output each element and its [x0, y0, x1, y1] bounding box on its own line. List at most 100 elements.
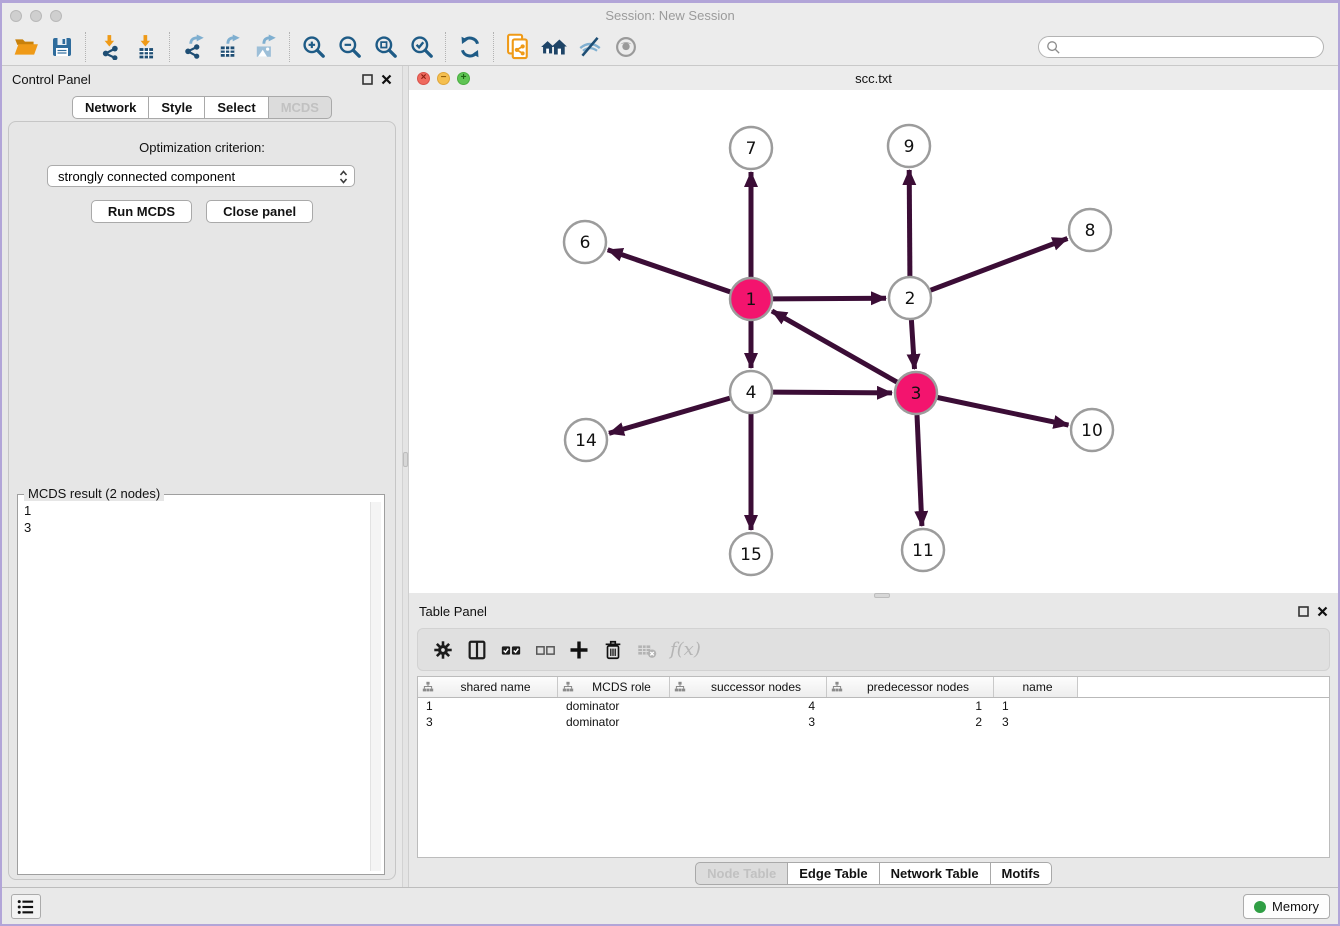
- table-cell[interactable]: 3: [994, 714, 1078, 730]
- tab-motifs[interactable]: Motifs: [991, 862, 1052, 885]
- vertical-splitter[interactable]: [402, 66, 409, 888]
- tab-select[interactable]: Select: [205, 96, 268, 119]
- open-session-button[interactable]: [8, 31, 44, 63]
- graph-edge-2-3[interactable]: [911, 320, 914, 369]
- graph-edge-4-3[interactable]: [773, 392, 892, 393]
- create-column-button[interactable]: [562, 633, 596, 667]
- memory-button[interactable]: Memory: [1243, 894, 1330, 919]
- table-cell[interactable]: 2: [827, 714, 994, 730]
- memory-status-dot: [1254, 901, 1266, 913]
- close-panel-icon[interactable]: [381, 74, 392, 85]
- graph-node-label-3: 3: [911, 384, 922, 404]
- search-input[interactable]: [1038, 36, 1324, 58]
- graph-edge-2-9[interactable]: [909, 170, 910, 276]
- criterion-select[interactable]: strongly connected component: [47, 165, 355, 187]
- eye-slash-icon: [576, 34, 604, 60]
- columns-icon: [466, 639, 488, 661]
- delete-table-button[interactable]: [630, 633, 664, 667]
- network-graph[interactable]: 7968124314101511: [409, 90, 1338, 593]
- hide-visual-properties-button[interactable]: [572, 31, 608, 63]
- table-cell[interactable]: 1: [418, 698, 558, 714]
- column-header-successor-nodes[interactable]: successor nodes: [670, 677, 827, 697]
- tab-mcds[interactable]: MCDS: [269, 96, 332, 119]
- home-button[interactable]: [536, 31, 572, 63]
- table-cell[interactable]: 1: [827, 698, 994, 714]
- graph-edge-3-1[interactable]: [772, 311, 897, 382]
- column-header-shared-name[interactable]: shared name: [418, 677, 558, 697]
- show-columns-button[interactable]: [460, 633, 494, 667]
- table-cell[interactable]: 3: [418, 714, 558, 730]
- tab-network[interactable]: Network: [72, 96, 149, 119]
- zoom-fit-button[interactable]: [368, 31, 404, 63]
- export-image-button[interactable]: [248, 31, 284, 63]
- export-network-button[interactable]: [176, 31, 212, 63]
- select-all-icon: [499, 639, 523, 661]
- splitter-grip[interactable]: [403, 452, 408, 467]
- table-cell[interactable]: 3: [670, 714, 827, 730]
- table-row[interactable]: 1dominator411: [418, 698, 1329, 714]
- graph-edge-1-2[interactable]: [773, 298, 886, 299]
- graph-edge-2-8[interactable]: [931, 239, 1068, 291]
- float-panel-icon[interactable]: [362, 74, 373, 85]
- zoom-selected-button[interactable]: [404, 31, 440, 63]
- column-label: shared name: [434, 680, 557, 694]
- network-from-file-button[interactable]: [500, 31, 536, 63]
- control-panel-tabs: Network Style Select MCDS: [2, 96, 402, 119]
- app-window: Session: New Session: [0, 0, 1340, 926]
- task-history-button[interactable]: [11, 894, 41, 919]
- network-canvas[interactable]: 7968124314101511: [409, 90, 1338, 593]
- result-scrollbar[interactable]: [370, 502, 381, 871]
- import-table-icon: [133, 34, 159, 60]
- import-network-button[interactable]: [92, 31, 128, 63]
- column-header-mcds-role[interactable]: MCDS role: [558, 677, 670, 697]
- mcds-panel: Optimization criterion: strongly connect…: [8, 121, 396, 880]
- close-panel-icon[interactable]: [1317, 606, 1328, 617]
- tab-network-table[interactable]: Network Table: [880, 862, 991, 885]
- network-window: × − + scc.txt 7968124314101511: [409, 66, 1338, 593]
- zoom-in-icon: [301, 34, 327, 60]
- delete-columns-button[interactable]: [596, 633, 630, 667]
- tab-style[interactable]: Style: [149, 96, 205, 119]
- mcds-result-group: MCDS result (2 nodes) 1 3: [17, 494, 385, 875]
- table-row[interactable]: 3dominator323: [418, 714, 1329, 730]
- open-folder-icon: [13, 34, 39, 60]
- import-table-button[interactable]: [128, 31, 164, 63]
- graph-node-label-6: 6: [580, 233, 591, 253]
- zoom-out-icon: [337, 34, 363, 60]
- tab-edge-table[interactable]: Edge Table: [788, 862, 879, 885]
- deselect-all-rows-button[interactable]: [528, 633, 562, 667]
- tab-node-table[interactable]: Node Table: [695, 862, 788, 885]
- run-mcds-button[interactable]: Run MCDS: [91, 200, 192, 223]
- mcds-result-text[interactable]: 1 3: [21, 502, 370, 871]
- table-cell[interactable]: dominator: [558, 698, 670, 714]
- table-cell[interactable]: 1: [994, 698, 1078, 714]
- window-title: Session: New Session: [2, 8, 1338, 23]
- table-settings-button[interactable]: [426, 633, 460, 667]
- zoom-out-button[interactable]: [332, 31, 368, 63]
- function-builder-button[interactable]: f(x): [670, 639, 701, 660]
- close-panel-button[interactable]: Close panel: [206, 200, 313, 223]
- graph-edge-3-10[interactable]: [938, 398, 1069, 426]
- save-session-button[interactable]: [44, 31, 80, 63]
- table-panel-title: Table Panel: [419, 604, 487, 619]
- zoom-in-button[interactable]: [296, 31, 332, 63]
- table-cell[interactable]: 4: [670, 698, 827, 714]
- column-type-icon: [831, 681, 843, 693]
- refresh-button[interactable]: [452, 31, 488, 63]
- column-header-name[interactable]: name: [994, 677, 1078, 697]
- graph-edge-3-11[interactable]: [917, 415, 922, 526]
- show-visual-properties-button[interactable]: [608, 31, 644, 63]
- graph-edge-4-14[interactable]: [609, 398, 730, 433]
- houses-icon: [539, 34, 569, 60]
- plus-icon: [567, 638, 591, 662]
- table-cell[interactable]: dominator: [558, 714, 670, 730]
- column-header-predecessor-nodes[interactable]: predecessor nodes: [827, 677, 994, 697]
- graph-edge-1-6[interactable]: [608, 250, 731, 292]
- optimization-criterion-label: Optimization criterion:: [9, 140, 395, 155]
- table-toolbar: f(x): [417, 628, 1330, 671]
- export-table-button[interactable]: [212, 31, 248, 63]
- float-panel-icon[interactable]: [1298, 606, 1309, 617]
- toolbar-separator: [445, 32, 447, 62]
- delete-table-icon: [635, 639, 659, 661]
- select-all-rows-button[interactable]: [494, 633, 528, 667]
